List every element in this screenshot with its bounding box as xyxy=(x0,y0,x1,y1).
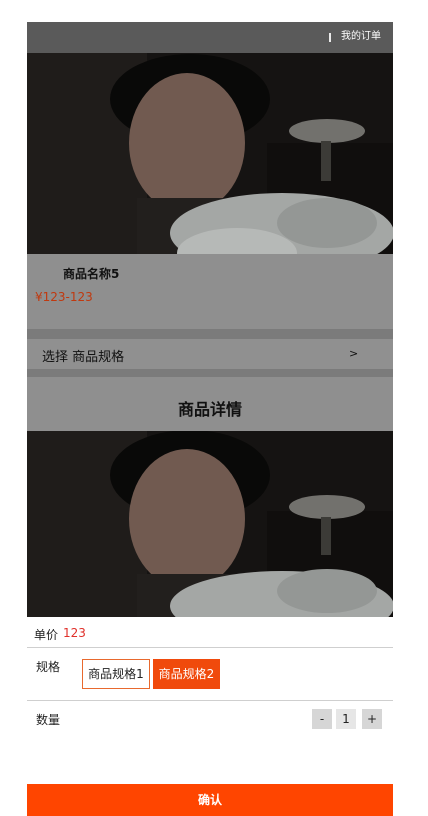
unit-price-label: 单价 xyxy=(34,628,59,642)
unit-price-row: 单价 123 xyxy=(27,617,393,648)
spec-row: 规格 商品规格1 商品规格2 xyxy=(27,648,393,701)
confirm-button[interactable]: 确认 xyxy=(27,784,393,816)
quantity-label: 数量 xyxy=(36,713,61,727)
details-header: 商品详情 xyxy=(27,377,393,431)
product-name: 商品名称5 xyxy=(63,267,120,281)
section-divider xyxy=(27,329,393,339)
unit-price-value: 123 xyxy=(63,626,86,640)
portrait-photo xyxy=(27,431,393,617)
portrait-photo xyxy=(27,53,393,276)
quantity-decrement-button[interactable]: - xyxy=(312,709,332,729)
section-divider xyxy=(27,369,393,377)
details-title: 商品详情 xyxy=(177,400,242,419)
quantity-row: 数量 - 1 + xyxy=(27,701,393,783)
chevron-right-icon: > xyxy=(349,347,359,360)
quantity-increment-button[interactable]: + xyxy=(362,709,382,729)
spec-selector-label: 选择 商品规格 xyxy=(42,350,125,365)
product-price: ¥123-123 xyxy=(35,290,93,304)
spec-option-selected[interactable]: 商品规格2 xyxy=(153,659,220,689)
product-page: 我的订单 商品名称5 ¥123-123 选择 商品规格 > 商品详情 单价 12… xyxy=(27,22,393,816)
detail-image xyxy=(27,431,393,617)
spec-selector[interactable]: 选择 商品规格 > xyxy=(27,339,393,369)
spec-option[interactable]: 商品规格1 xyxy=(82,659,150,689)
quantity-value[interactable]: 1 xyxy=(336,709,356,729)
header-divider xyxy=(329,33,331,42)
product-image xyxy=(27,53,393,276)
my-orders-link[interactable]: 我的订单 xyxy=(341,31,381,43)
product-info: 商品名称5 ¥123-123 xyxy=(27,254,393,329)
top-bar: 我的订单 xyxy=(27,22,393,53)
spec-label: 规格 xyxy=(36,660,61,674)
purchase-sheet: 单价 123 规格 商品规格1 商品规格2 数量 - 1 + 确认 xyxy=(27,617,393,816)
